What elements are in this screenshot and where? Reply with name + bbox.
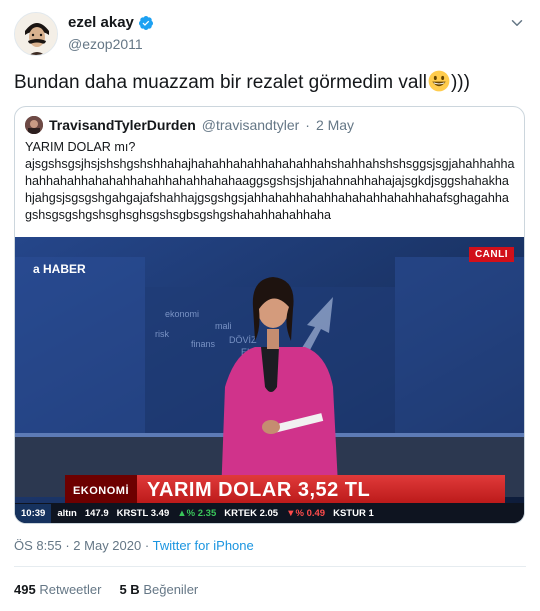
- svg-text:ekonomi: ekonomi: [165, 309, 199, 319]
- quoted-text-line1: YARIM DOLAR mı?: [25, 140, 136, 154]
- ticker-item: KRSTL 3.49: [116, 508, 170, 519]
- channel-logo-text: a HABER: [33, 262, 86, 276]
- tweet-time[interactable]: ÖS 8:55: [14, 538, 62, 553]
- author-display-name[interactable]: ezel akay: [68, 14, 134, 31]
- quoted-media-image[interactable]: ekonomimali riskfinans DÖVİZEKO: [15, 237, 524, 523]
- retweets-stat[interactable]: 495 Retweetler: [14, 582, 101, 597]
- ticker-item: KRTEK 2.05: [224, 508, 279, 519]
- author-avatar[interactable]: [14, 12, 58, 56]
- grinning-face-icon: [428, 70, 450, 92]
- likes-count: 5 B: [119, 582, 140, 597]
- retweets-count: 495: [14, 582, 36, 597]
- quoted-text: YARIM DOLAR mı? ajsgshsgsjhsjshshgshshha…: [25, 139, 515, 224]
- ticker-item: ▼% 0.49: [286, 508, 326, 519]
- tweet-meta: ÖS 8:55 · 2 May 2020 · Twitter for iPhon…: [14, 538, 254, 553]
- tweet-source-link[interactable]: Twitter for iPhone: [153, 538, 254, 553]
- svg-text:mali: mali: [215, 321, 232, 331]
- quoted-tweet[interactable]: TravisandTylerDurden @travisandtyler · 2…: [14, 106, 525, 524]
- ticker-bar: 10:39 altın 147.9 KRSTL 3.49 ▲% 2.35 KRT…: [15, 503, 524, 523]
- live-badge: CANLI: [468, 247, 514, 262]
- quoted-author-avatar[interactable]: [25, 116, 43, 134]
- verified-badge-icon: [138, 15, 153, 30]
- ticker-item: KSTUR 1: [333, 508, 374, 519]
- avatar-image: [15, 13, 57, 55]
- divider: [14, 566, 526, 567]
- svg-text:risk: risk: [155, 329, 169, 339]
- tweet-text: Bundan daha muazzam bir rezalet görmedim…: [14, 70, 470, 95]
- retweets-label: Retweetler: [39, 582, 102, 597]
- likes-label: Beğeniler: [143, 582, 199, 597]
- tweet-text-body: Bundan daha muazzam bir rezalet görmedim…: [14, 72, 427, 93]
- ticker-item: altın: [57, 508, 77, 519]
- svg-text:DÖVİZ: DÖVİZ: [229, 335, 257, 345]
- quoted-separator: ·: [305, 117, 310, 133]
- meta-separator: ·: [144, 538, 150, 553]
- quoted-display-name: TravisandTylerDurden: [49, 117, 196, 133]
- lower-third-text: YARIM DOLAR 3,52 TL: [147, 479, 371, 501]
- quoted-handle: @travisandtyler: [201, 117, 300, 133]
- quoted-avatar-image: [25, 116, 43, 134]
- ticker-item: ▲% 2.35: [177, 508, 217, 519]
- tweet-date[interactable]: 2 May 2020: [73, 538, 141, 553]
- ticker-time: 10:39: [15, 504, 52, 523]
- tweet-text-tail: ))): [450, 72, 470, 93]
- channel-logo: a HABER: [33, 253, 86, 281]
- quoted-tweet-header: TravisandTylerDurden @travisandtyler · 2…: [25, 116, 354, 134]
- tweet-stats: 495 Retweetler 5 B Beğeniler: [14, 582, 198, 597]
- svg-text:finans: finans: [191, 339, 216, 349]
- tweet: ezel akay @ezop2011 Bundan daha muazzam …: [0, 0, 540, 611]
- meta-separator: ·: [65, 538, 70, 553]
- quoted-text-body: ajsgshsgsjhsjshshgshshhahajhahahhahahhah…: [25, 157, 515, 222]
- quoted-date: 2 May: [315, 117, 355, 133]
- author-name-row: ezel akay: [68, 14, 154, 31]
- ticker-item: 147.9: [84, 508, 109, 519]
- chevron-down-icon[interactable]: [508, 14, 526, 32]
- likes-stat[interactable]: 5 B Beğeniler: [119, 582, 198, 597]
- author-handle[interactable]: @ezop2011: [68, 36, 143, 52]
